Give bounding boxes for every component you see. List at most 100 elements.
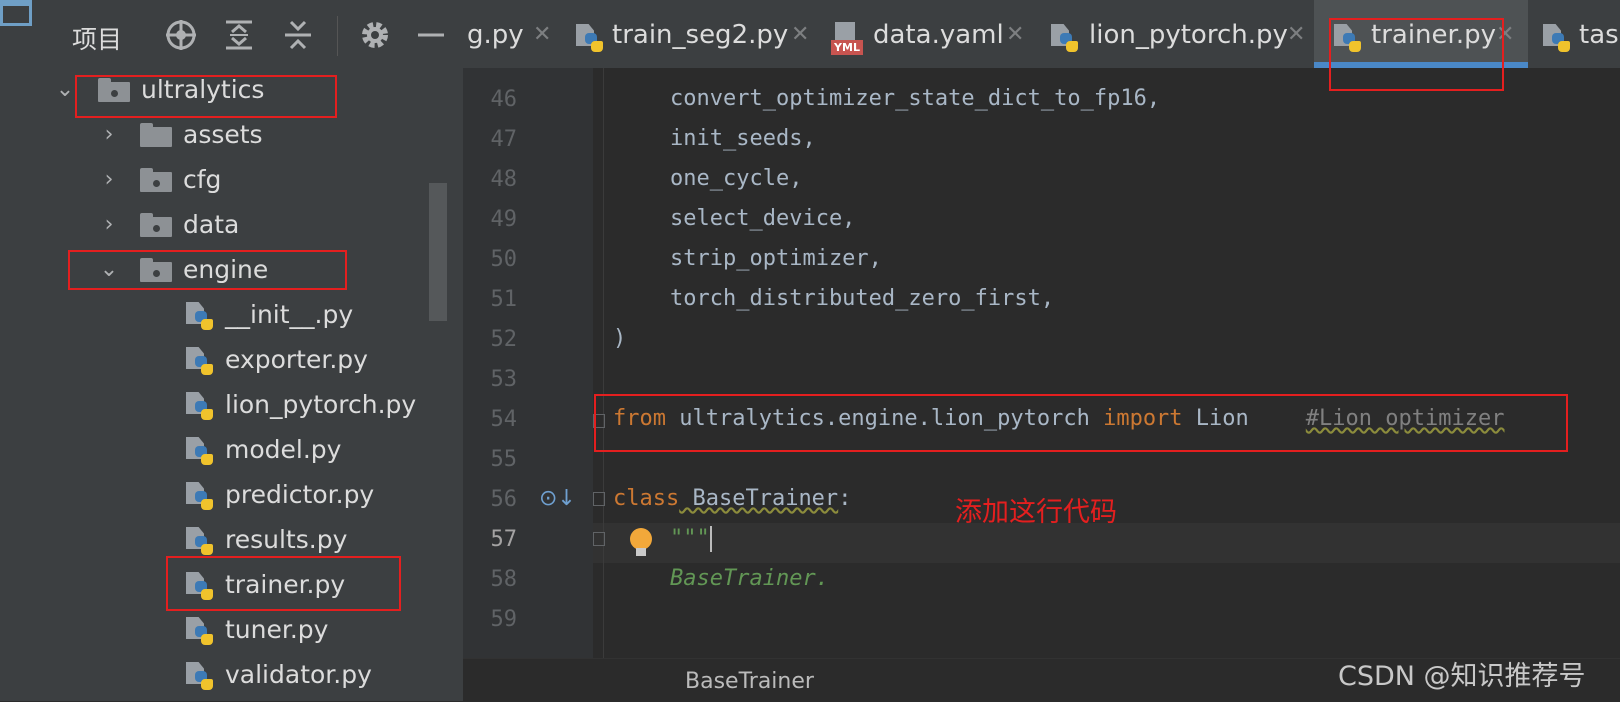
- tree-item-results[interactable]: results.py: [0, 520, 443, 564]
- editor-tab-bar: g.py ✕ train_seg2.py ✕ YML data.yaml ✕ l…: [463, 0, 1620, 68]
- project-panel-title[interactable]: 项目: [72, 20, 122, 56]
- indent-guide: [603, 68, 604, 658]
- code-line: BaseTrainer.: [670, 566, 829, 591]
- tree-item-label: engine: [183, 255, 269, 284]
- chevron-down-icon[interactable]: ⌄: [54, 78, 76, 102]
- python-file-icon: [186, 572, 214, 602]
- code-line: convert_optimizer_state_dict_to_fp16,: [670, 86, 1161, 111]
- python-file-icon: [186, 617, 214, 647]
- breadcrumb-item[interactable]: BaseTrainer: [685, 669, 814, 694]
- project-panel: 项目 ⌄ ultralytics › assets › cfg › data ⌄…: [0, 0, 463, 701]
- tab-label: train_seg2.py: [612, 20, 789, 50]
- project-toolbar: 项目: [0, 0, 463, 66]
- gear-icon[interactable]: [358, 18, 392, 48]
- python-file-icon: [186, 302, 214, 332]
- close-icon[interactable]: ✕: [791, 22, 809, 47]
- tab-label: trainer.py: [1371, 20, 1496, 50]
- tree-item-assets[interactable]: › assets: [0, 115, 443, 159]
- code-line: torch_distributed_zero_first,: [670, 286, 1055, 311]
- tab-task[interactable]: task: [1543, 0, 1620, 68]
- close-icon[interactable]: ✕: [533, 22, 551, 47]
- tab-label: task: [1579, 20, 1620, 50]
- line-number: 49: [490, 207, 518, 232]
- tree-item-validator[interactable]: validator.py: [0, 655, 443, 699]
- python-file-icon: [186, 392, 214, 422]
- hide-panel-icon[interactable]: [416, 18, 446, 48]
- locate-file-icon[interactable]: [164, 18, 198, 50]
- tree-item-cfg[interactable]: › cfg: [0, 160, 443, 204]
- override-marker-icon[interactable]: ⊙↓: [539, 486, 576, 511]
- fold-icon[interactable]: [593, 532, 605, 546]
- folder-icon: [140, 213, 172, 237]
- tree-item-data[interactable]: › data: [0, 205, 443, 249]
- tab-train-seg2[interactable]: train_seg2.py ✕: [576, 0, 821, 68]
- python-file-icon: [186, 482, 214, 512]
- tab-trainer-active[interactable]: trainer.py ✕: [1314, 0, 1528, 68]
- code-line: one_cycle,: [670, 166, 803, 191]
- text-cursor: [709, 526, 712, 552]
- chevron-right-icon[interactable]: ›: [98, 213, 120, 237]
- tree-item-label: data: [183, 210, 240, 239]
- folder-icon: [98, 78, 130, 102]
- line-number: 55: [490, 447, 518, 472]
- code-line: """: [670, 526, 712, 552]
- line-number: 58: [490, 567, 518, 592]
- tree-item-label: __init__.py: [225, 300, 354, 329]
- tab-lion-pytorch[interactable]: lion_pytorch.py ✕: [1051, 0, 1313, 68]
- lightbulb-icon[interactable]: [630, 528, 652, 558]
- expand-all-icon[interactable]: [222, 18, 256, 50]
- tab-data-yaml[interactable]: YML data.yaml ✕: [831, 0, 1041, 68]
- tree-item-trainer[interactable]: trainer.py: [0, 565, 443, 609]
- line-number: 46: [490, 87, 518, 112]
- tab-label: data.yaml: [873, 20, 1004, 50]
- tree-item-label: trainer.py: [225, 570, 346, 599]
- fold-icon[interactable]: [593, 492, 605, 506]
- line-number: 48: [490, 167, 518, 192]
- line-number: 50: [490, 247, 518, 272]
- fold-icon[interactable]: [593, 414, 605, 428]
- close-icon[interactable]: ✕: [1496, 22, 1514, 47]
- code-line: init_seeds,: [670, 126, 816, 151]
- tree-item-label: cfg: [183, 165, 222, 194]
- close-icon[interactable]: ✕: [1287, 22, 1305, 47]
- line-number: 53: [490, 367, 518, 392]
- tree-item-tuner[interactable]: tuner.py: [0, 610, 443, 654]
- line-number: 51: [490, 287, 518, 312]
- tree-item-label: tuner.py: [225, 615, 329, 644]
- folder-icon: [140, 168, 172, 192]
- tree-item-label: model.py: [225, 435, 342, 464]
- code-line-class: class BaseTrainer:: [613, 486, 852, 511]
- tree-item-label: assets: [183, 120, 263, 149]
- folder-icon: [140, 123, 172, 147]
- code-editor[interactable]: 46 47 48 49 50 51 52 53 54 55 56 57 58 5…: [463, 68, 1620, 658]
- tree-item-exporter[interactable]: exporter.py: [0, 340, 443, 384]
- tree-item-model[interactable]: model.py: [0, 430, 443, 474]
- python-file-icon: [1334, 24, 1362, 54]
- close-icon[interactable]: ✕: [1006, 22, 1024, 47]
- toolbar-separator: [337, 16, 338, 56]
- code-line: strip_optimizer,: [670, 246, 882, 271]
- line-number: 59: [490, 607, 518, 632]
- folder-icon: [140, 258, 172, 282]
- python-file-icon: [1543, 24, 1571, 54]
- python-file-icon: [1051, 24, 1079, 54]
- tree-item-label: lion_pytorch.py: [225, 390, 417, 419]
- line-number: 54: [490, 407, 518, 432]
- tree-item-init[interactable]: __init__.py: [0, 295, 443, 339]
- tab-g-py[interactable]: g.py ✕: [463, 0, 566, 68]
- tree-item-predictor[interactable]: predictor.py: [0, 475, 443, 519]
- code-line-import: from ultralytics.engine.lion_pytorch imp…: [613, 406, 1505, 431]
- chevron-down-icon[interactable]: ⌄: [98, 258, 120, 282]
- tree-item-ultralytics[interactable]: ⌄ ultralytics: [0, 70, 443, 114]
- chevron-right-icon[interactable]: ›: [98, 123, 120, 147]
- python-file-icon: [186, 437, 214, 467]
- code-line: select_device,: [670, 206, 856, 231]
- line-number: 52: [490, 327, 518, 352]
- python-file-icon: [186, 527, 214, 557]
- tree-item-lion-pytorch[interactable]: lion_pytorch.py: [0, 385, 443, 429]
- tree-item-engine[interactable]: ⌄ engine: [0, 250, 443, 294]
- project-window-icon[interactable]: [0, 0, 32, 26]
- collapse-all-icon[interactable]: [281, 18, 315, 50]
- chevron-right-icon[interactable]: ›: [98, 168, 120, 192]
- tab-label: lion_pytorch.py: [1089, 20, 1288, 50]
